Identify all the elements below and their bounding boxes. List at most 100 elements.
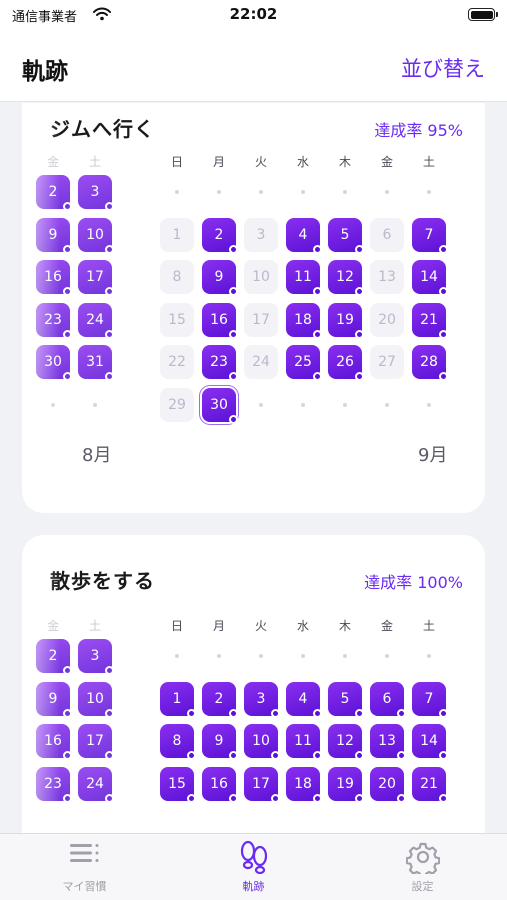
day-number: 16 [210,311,228,328]
day-cell[interactable]: 1 [160,681,196,718]
day-cell[interactable]: 2 [202,217,238,254]
day-cell[interactable]: 23 [202,345,238,381]
day-number: 10 [86,226,104,243]
day-cell[interactable]: 10 [244,260,278,294]
tab-settings[interactable]: 設定 [338,834,507,900]
day-cell[interactable]: 3 [78,639,114,675]
day-cell[interactable]: 8 [160,260,194,294]
day-cell[interactable]: 17 [244,766,280,803]
day-cell[interactable]: 13 [370,260,404,294]
day-cell[interactable]: 7 [412,217,448,254]
day-cell[interactable]: 1 [160,217,194,252]
day-cell[interactable]: 18 [286,302,322,339]
day-cell[interactable]: 2 [36,639,72,675]
done-dot [105,287,114,296]
day-cell[interactable]: 15 [160,766,196,803]
day-cell[interactable]: 24 [78,766,114,803]
day-cell[interactable]: 23 [36,766,72,803]
habit-list[interactable]: ジムへ行く 達成率 95% 金土日月火水木金土 2 3 9 10 16 17 23 24 30 31… [0,103,507,833]
day-cell[interactable]: 23 [36,302,72,339]
day-cell[interactable]: 16 [202,302,238,339]
day-cell[interactable]: 9 [36,681,72,718]
done-dot [313,244,322,254]
habit-card[interactable]: 散歩をする 達成率 100% 金土日月火水木金土 2 3 9 10 16 17 23 24 1 2 3… [22,535,485,833]
day-cell[interactable]: 26 [328,345,364,381]
done-dot [229,751,238,760]
day-cell[interactable]: 9 [36,217,72,254]
day-cell[interactable]: 9 [202,724,238,760]
day-cell[interactable]: 20 [370,302,404,337]
day-cell[interactable]: 11 [286,260,322,296]
day-cell[interactable]: 21 [412,766,448,803]
day-number: 19 [336,311,354,328]
day-number: 6 [382,690,392,707]
day-cell[interactable]: 27 [370,345,404,379]
day-cell[interactable]: 8 [160,724,196,760]
done-dot [105,244,114,254]
day-cell[interactable]: 16 [202,766,238,803]
day-cell[interactable]: 2 [202,681,238,718]
day-cell[interactable]: 13 [370,724,406,760]
day-cell[interactable]: 14 [412,260,448,296]
day-cell[interactable]: 4 [286,217,322,254]
day-number: 28 [420,354,438,370]
day-cell[interactable]: 20 [370,766,406,803]
day-cell[interactable]: 24 [244,345,278,379]
day-cell[interactable]: 19 [328,302,364,339]
day-cell[interactable]: 3 [244,681,280,718]
day-cell[interactable]: 31 [78,345,114,381]
day-cell[interactable]: 4 [286,681,322,718]
day-cell[interactable]: 12 [328,260,364,296]
habit-card[interactable]: ジムへ行く 達成率 95% 金土日月火水木金土 2 3 9 10 16 17 23 24 30 31… [22,103,485,513]
day-cell[interactable]: 11 [286,724,322,760]
tab-my-habits[interactable]: マイ習慣 [0,834,169,900]
day-cell[interactable]: 6 [370,217,404,252]
day-cell[interactable]: 3 [244,217,278,252]
day-cell[interactable]: 17 [244,302,278,337]
day-cell[interactable]: 10 [244,724,280,760]
day-cell[interactable]: 16 [36,260,72,296]
day-cell[interactable]: 21 [412,302,448,339]
day-cell[interactable]: 17 [78,260,114,296]
day-cell[interactable]: 2 [36,175,72,211]
done-dot [313,751,322,760]
day-cell[interactable]: 18 [286,766,322,803]
day-cell[interactable]: 3 [78,175,114,211]
day-cell[interactable]: 16 [36,724,72,760]
day-cell[interactable]: 30 [202,387,238,424]
tab-history[interactable]: 軌跡 [169,834,338,900]
empty-day [301,190,305,194]
day-cell[interactable]: 5 [328,217,364,254]
day-cell[interactable]: 6 [370,681,406,718]
empty-day [175,190,179,194]
day-cell[interactable]: 5 [328,681,364,718]
day-cell[interactable]: 29 [160,387,194,422]
day-number: 18 [294,311,312,328]
day-cell[interactable]: 9 [202,260,238,296]
day-cell[interactable]: 28 [412,345,448,381]
done-dot [63,287,72,296]
day-cell[interactable]: 10 [78,681,114,718]
day-cell[interactable]: 10 [78,217,114,254]
day-cell[interactable]: 25 [286,345,322,381]
done-dot [105,751,114,760]
day-cell[interactable]: 15 [160,302,194,337]
day-cell[interactable]: 19 [328,766,364,803]
day-cell[interactable]: 24 [78,302,114,339]
day-cell[interactable]: 12 [328,724,364,760]
day-cell[interactable]: 30 [36,345,72,381]
done-dot [271,751,280,760]
day-cell[interactable]: 14 [412,724,448,760]
status-time: 22:02 [229,5,278,23]
day-cell[interactable]: 22 [160,345,194,379]
sort-button[interactable]: 並び替え [401,53,485,83]
day-cell[interactable]: 17 [78,724,114,760]
done-dot [439,329,448,339]
done-dot [355,751,364,760]
day-number: 11 [294,269,312,285]
day-number: 9 [48,690,58,707]
done-dot [229,708,238,718]
done-dot [63,329,72,339]
done-dot [355,244,364,254]
day-cell[interactable]: 7 [412,681,448,718]
